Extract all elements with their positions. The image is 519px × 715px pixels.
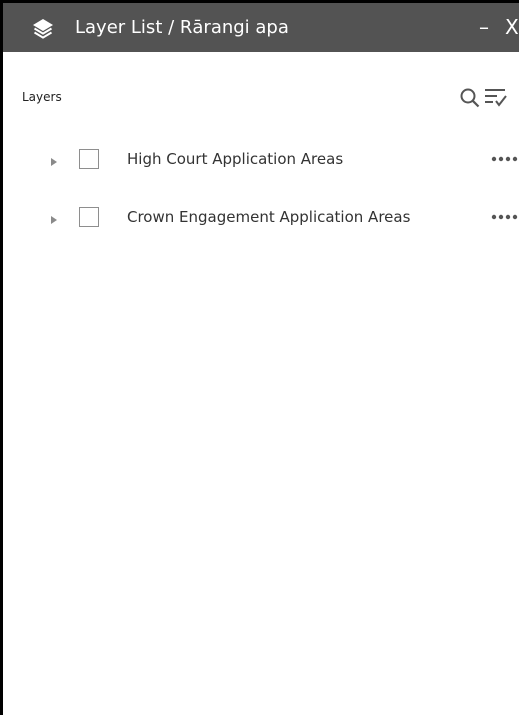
layer-list-panel: Layer List / Rārangi apa – X Layers High… xyxy=(0,0,519,715)
layer-visibility-checkbox[interactable] xyxy=(79,207,99,227)
layers-section-label: Layers xyxy=(22,90,62,104)
search-icon[interactable] xyxy=(459,87,481,109)
layer-name: High Court Application Areas xyxy=(127,150,344,168)
layers-icon xyxy=(33,19,53,39)
minimize-button[interactable]: – xyxy=(474,15,494,39)
more-options-icon[interactable] xyxy=(490,153,519,165)
layer-visibility-checkbox[interactable] xyxy=(79,149,99,169)
layer-name: Crown Engagement Application Areas xyxy=(127,208,411,226)
filter-list-icon[interactable] xyxy=(483,85,507,109)
layer-row: High Court Application Areas xyxy=(3,147,519,177)
layer-row: Crown Engagement Application Areas xyxy=(3,205,519,235)
more-options-icon[interactable] xyxy=(490,211,519,223)
caret-right-icon[interactable] xyxy=(47,213,61,227)
caret-right-icon[interactable] xyxy=(47,155,61,169)
panel-title: Layer List / Rārangi apa xyxy=(75,17,289,38)
panel-titlebar: Layer List / Rārangi apa – X xyxy=(3,3,519,52)
close-button[interactable]: X xyxy=(505,15,519,39)
